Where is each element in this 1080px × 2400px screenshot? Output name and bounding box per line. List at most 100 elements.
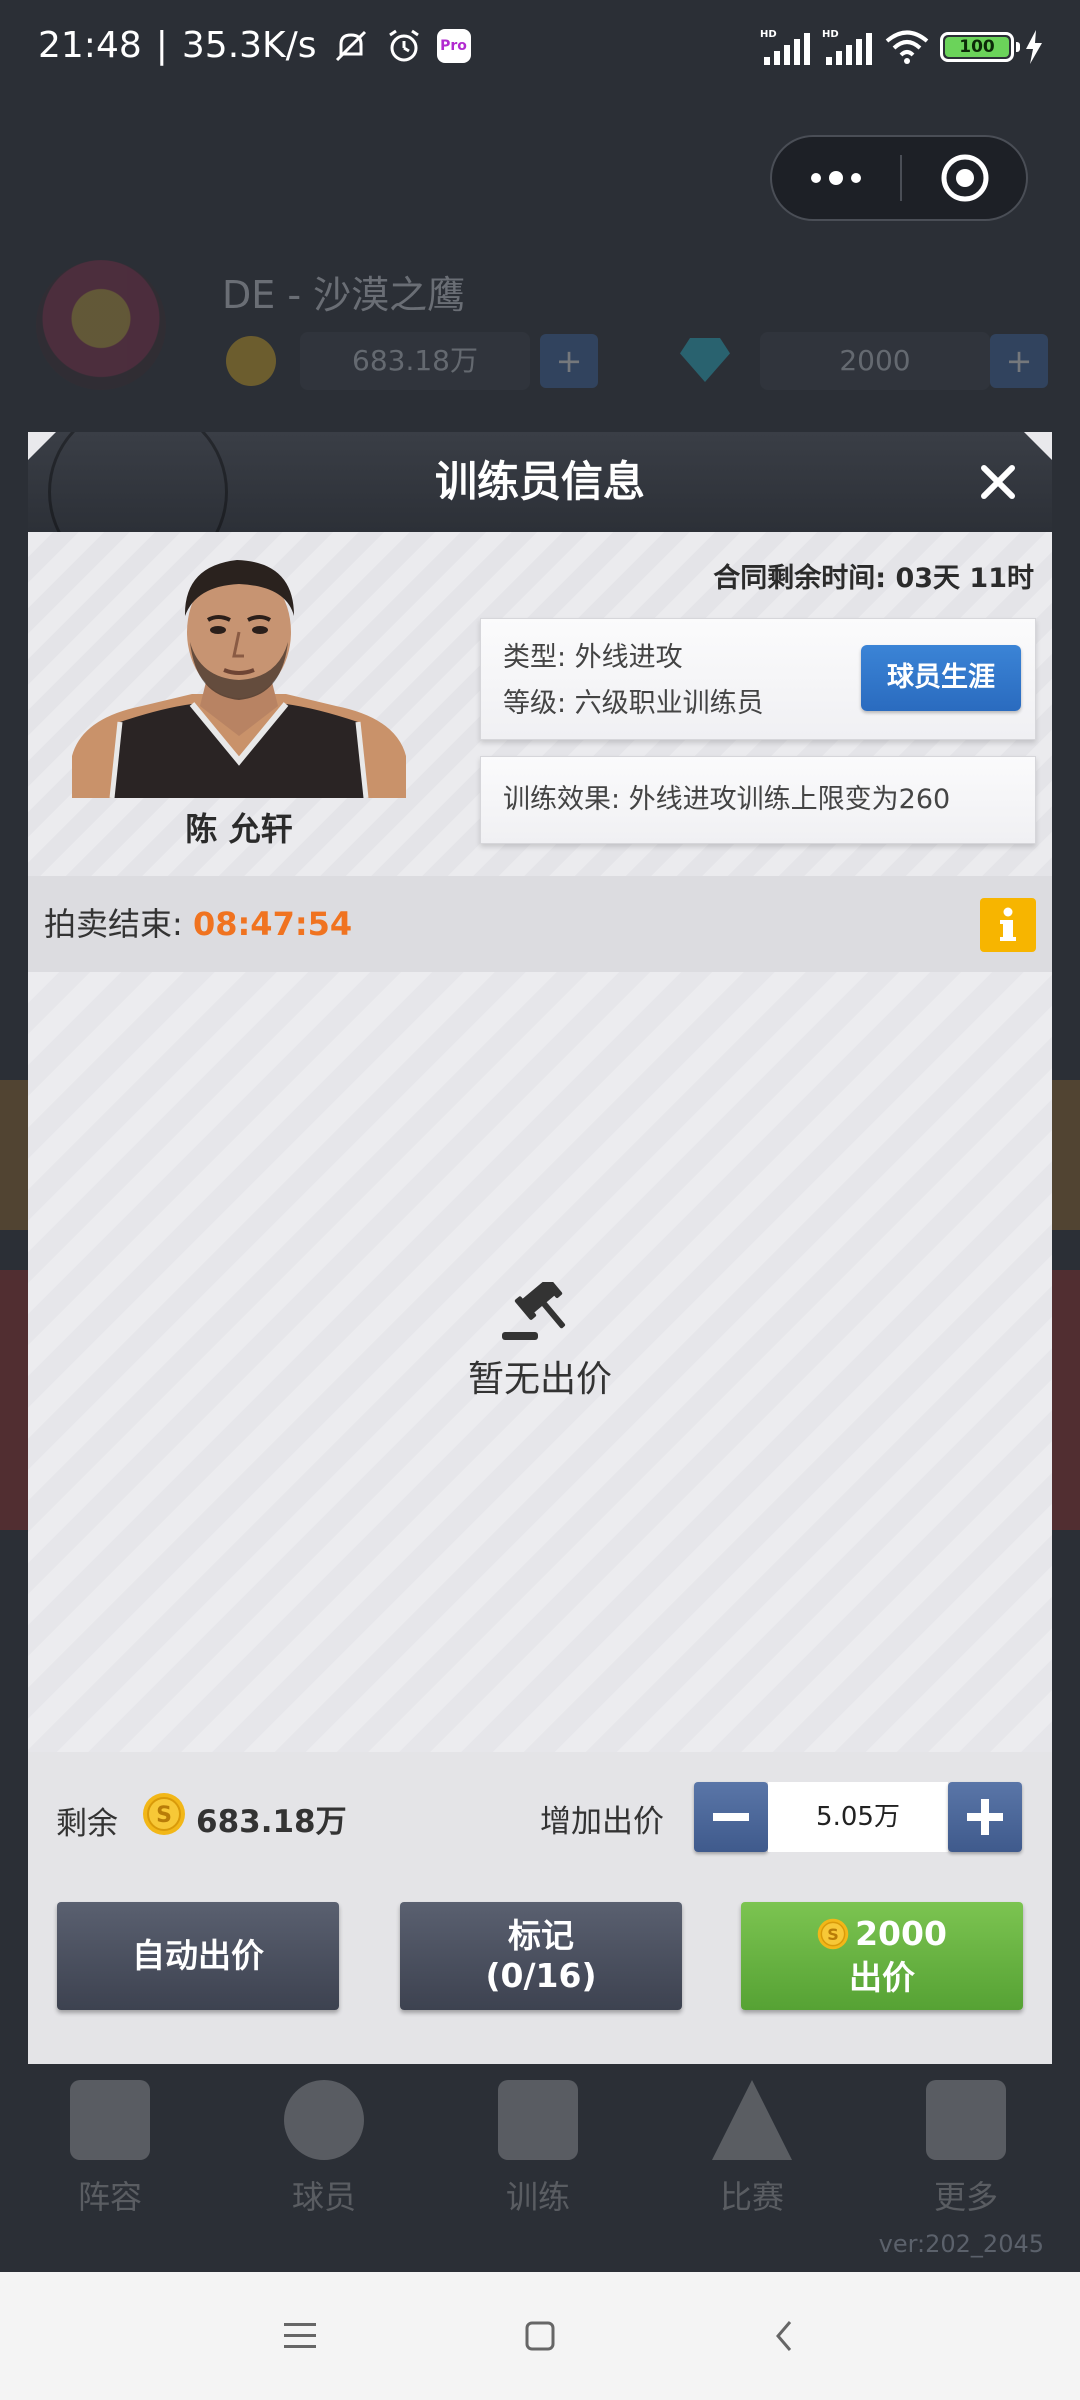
bid-price: 2000 — [855, 1914, 947, 1953]
version-label: ver:202_2045 — [878, 2230, 1044, 2258]
gavel-icon — [502, 1282, 566, 1340]
training-icon — [498, 2080, 578, 2160]
trainer-portrait — [72, 560, 406, 798]
status-separator: | — [155, 25, 168, 66]
contract-remaining: 合同剩余时间: 03天 11时 — [713, 556, 1034, 595]
status-left: 21:48 | 35.3K/s Pro — [38, 20, 471, 72]
auto-bid-button[interactable]: 自动出价 — [57, 1902, 339, 2010]
info-icon — [1000, 907, 1016, 941]
coin-balance: 683.18万 — [300, 332, 530, 390]
menu-button[interactable] — [270, 2306, 330, 2366]
menu-icon — [284, 2323, 316, 2348]
nav-label: 训练 — [505, 2178, 570, 2216]
club-logo — [36, 260, 166, 390]
trainer-profile: 陈 允轩 合同剩余时间: 03天 11时 类型: 外线进攻 等级: 六级职业训练… — [28, 532, 1052, 876]
training-effect-card: 训练效果: 外线进攻训练上限变为260 — [480, 756, 1036, 844]
auction-countdown-bar: 拍卖结束: 08:47:54 — [28, 876, 1052, 972]
nav-item-lineup: 阵容 — [50, 2080, 170, 2230]
home-icon — [525, 2321, 555, 2351]
svg-text:HD: HD — [760, 29, 777, 40]
more-options-button[interactable] — [772, 137, 900, 219]
network-speed: 35.3K/s — [181, 25, 317, 66]
background-card-edge — [0, 1270, 30, 1530]
players-icon — [284, 2080, 364, 2160]
mark-label: 标记 — [508, 1916, 574, 1955]
modal-title: 训练员信息 — [434, 457, 645, 506]
battery-icon: 100 — [940, 32, 1020, 62]
auction-end-time: 08:47:54 — [192, 905, 353, 943]
remaining-coins: 683.18万 — [196, 1804, 347, 1840]
background-card-edge — [1050, 1270, 1080, 1530]
mark-button[interactable]: 标记 (0/16) — [400, 1902, 682, 2010]
svg-text:S: S — [156, 1803, 172, 1828]
trainer-info-modal: 训练员信息 陈 允轩 合同剩余时间: 03天 11时 类型: 外线进攻 等级: … — [28, 432, 1052, 2064]
auction-end: 拍卖结束: 08:47:54 — [44, 876, 352, 972]
signal-icon-2: HD — [822, 27, 874, 67]
background-club-header: DE - 沙漠之鹰 683.18万 + 2000 + — [0, 250, 1080, 420]
coin-icon: S — [143, 1793, 185, 1835]
increase-bid-button[interactable] — [948, 1782, 1022, 1852]
coin-icon — [226, 336, 276, 386]
back-icon — [776, 2321, 792, 2351]
bid-label: 出价 — [849, 1958, 915, 1997]
exit-miniprogram-button[interactable] — [902, 137, 1028, 219]
status-time: 21:48 — [38, 25, 142, 66]
club-name: DE - 沙漠之鹰 — [222, 273, 466, 317]
home-button[interactable] — [510, 2306, 570, 2366]
coin-icon: S — [817, 1918, 849, 1950]
more-grid-icon — [926, 2080, 1006, 2160]
trainer-info-card: 类型: 外线进攻 等级: 六级职业训练员 球员生涯 — [480, 618, 1036, 740]
close-button[interactable] — [974, 458, 1022, 506]
auction-end-label: 拍卖结束: — [44, 905, 183, 943]
miniprogram-capsule — [770, 135, 1028, 221]
match-icon — [712, 2080, 792, 2160]
bids-list: 暂无出价 — [28, 972, 1052, 1752]
charging-icon — [1024, 30, 1044, 64]
status-bar: 21:48 | 35.3K/s Pro HD HD 100 — [0, 0, 1080, 92]
place-bid-button[interactable]: S 2000 出价 — [741, 1902, 1023, 2010]
nav-item-more: 更多 — [906, 2080, 1026, 2230]
svg-text:S: S — [827, 1925, 839, 1944]
gem-icon — [680, 338, 730, 382]
bid-increment-input[interactable]: 5.05万 — [768, 1782, 948, 1852]
player-career-button[interactable]: 球员生涯 — [861, 645, 1021, 711]
modal-header: 训练员信息 — [28, 432, 1052, 532]
system-navigation-bar — [0, 2272, 1080, 2400]
nav-label: 阵容 — [77, 2178, 142, 2216]
gem-balance: 2000 — [760, 332, 990, 390]
background-card-edge — [1050, 1080, 1080, 1230]
battery-level: 100 — [945, 37, 1009, 57]
mark-count: (0/16) — [485, 1956, 597, 1995]
alarm-icon — [385, 27, 423, 65]
contract-label: 合同剩余时间: — [713, 563, 887, 594]
add-coins-button: + — [540, 334, 598, 388]
nav-label: 更多 — [933, 2178, 998, 2216]
lineup-icon — [70, 2080, 150, 2160]
pro-app-icon: Pro — [436, 29, 471, 63]
no-bids-message: 暂无出价 — [467, 1359, 612, 1400]
mute-icon — [331, 26, 371, 66]
back-button[interactable] — [754, 2306, 814, 2366]
increase-bid-label: 增加出价 — [540, 1804, 664, 1840]
more-icon — [811, 171, 861, 185]
target-icon — [941, 154, 989, 202]
trainer-level: 等级: 六级职业训练员 — [503, 688, 764, 719]
trainer-type: 类型: 外线进攻 — [503, 642, 683, 673]
wifi-icon — [884, 28, 930, 66]
signal-icon-1: HD — [760, 27, 812, 67]
plus-icon — [967, 1799, 1003, 1835]
nav-label: 球员 — [291, 2178, 356, 2216]
remaining-label: 剩余 — [56, 1806, 118, 1842]
nav-label: 比赛 — [719, 2178, 784, 2216]
add-gems-button: + — [990, 334, 1048, 388]
auction-info-button[interactable] — [980, 898, 1036, 952]
close-icon — [981, 465, 1015, 499]
background-card-edge — [0, 1080, 30, 1230]
bid-price-line: S 2000 — [741, 1912, 1023, 1956]
bid-controls: 剩余 S 683.18万 增加出价 5.05万 自动出价 标记 (0/16) S… — [28, 1752, 1052, 2064]
minus-icon — [713, 1813, 749, 1821]
decrease-bid-button[interactable] — [694, 1782, 768, 1852]
status-right: HD HD 100 — [760, 24, 1044, 70]
nav-item-players: 球员 — [264, 2080, 384, 2230]
background-bottom-nav: 阵容 球员 训练 比赛 更多 — [0, 2060, 1080, 2240]
